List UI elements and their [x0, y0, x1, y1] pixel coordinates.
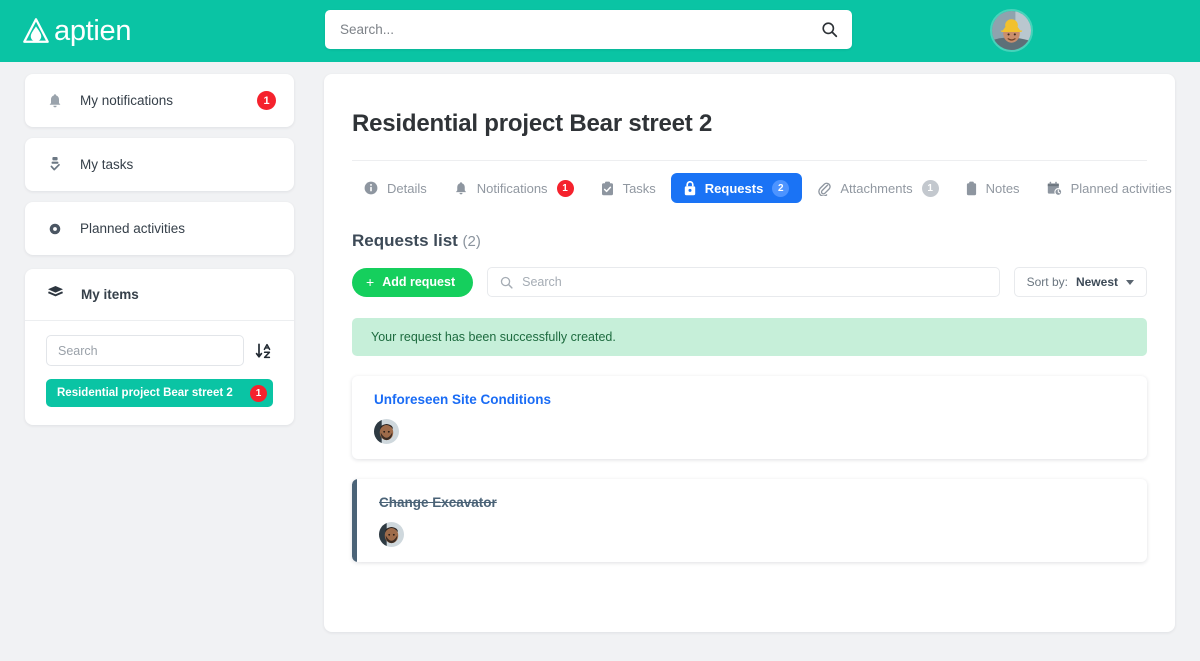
section-title: Requests list (2)	[352, 231, 1175, 251]
tab-label: Attachments	[840, 180, 913, 196]
global-search-input[interactable]	[340, 22, 821, 37]
clipboard-check-icon	[601, 181, 614, 196]
requests-search[interactable]	[487, 267, 1000, 297]
global-search[interactable]	[325, 10, 852, 49]
paperclip-icon	[817, 181, 832, 196]
my-items-search-input[interactable]	[46, 335, 244, 366]
my-items-title: My items	[81, 287, 139, 302]
tab-label: Notes	[985, 180, 1020, 196]
chevron-down-icon	[1126, 279, 1134, 285]
tab-notes[interactable]: Notes	[954, 173, 1032, 203]
request-status-bar	[352, 479, 357, 562]
tab-badge: 1	[921, 179, 939, 197]
search-icon[interactable]	[821, 21, 838, 38]
request-card[interactable]: Unforeseen Site Conditions	[352, 376, 1147, 459]
sort-by-label: Sort by:	[1026, 275, 1068, 289]
top-navbar: aptien	[0, 0, 1200, 62]
brand-name: aptien	[54, 15, 132, 47]
tab-details[interactable]: Details	[352, 173, 439, 203]
user-avatar-bearded-icon	[379, 522, 404, 547]
plus-icon: +	[366, 274, 375, 290]
task-check-icon	[47, 156, 63, 173]
add-request-button[interactable]: + Add request	[352, 267, 474, 297]
sidebar-item-planned-activities[interactable]: Planned activities	[25, 202, 294, 255]
tab-requests[interactable]: Requests 2	[670, 173, 803, 203]
tab-label: Notifications	[476, 180, 548, 196]
notification-count-badge: 1	[257, 91, 276, 110]
brand-logo[interactable]: aptien	[21, 15, 132, 47]
info-icon	[364, 181, 378, 195]
layers-icon	[47, 285, 64, 305]
calendar-clock-icon	[1047, 181, 1062, 196]
user-avatar-hardhat-icon	[992, 11, 1031, 50]
sidebar: My notifications 1 My tasks Planned acti…	[25, 74, 294, 425]
success-alert-text: Your request has been successfully creat…	[371, 330, 616, 344]
requests-search-input[interactable]	[522, 275, 987, 289]
section-count: (2)	[462, 233, 481, 250]
my-items-search-row	[46, 335, 273, 366]
my-items-item-label: Residential project Bear street 2	[57, 387, 233, 399]
sort-by-dropdown[interactable]: Sort by: Newest	[1013, 267, 1147, 297]
request-lock-icon	[684, 180, 696, 196]
bell-icon	[47, 93, 63, 109]
sidebar-item-my-notifications[interactable]: My notifications 1	[25, 74, 294, 127]
user-avatar-bearded-icon	[374, 419, 399, 444]
search-icon	[500, 276, 513, 289]
tab-label: Tasks	[622, 180, 656, 196]
request-card[interactable]: Change Excavator	[352, 479, 1147, 562]
request-assignee-avatar[interactable]	[379, 522, 404, 547]
success-alert: Your request has been successfully creat…	[352, 318, 1147, 356]
request-title-link[interactable]: Change Excavator	[379, 495, 1147, 510]
my-items-panel: My items Residential project Bear street…	[25, 269, 294, 425]
page-title: Residential project Bear street 2	[352, 110, 713, 137]
avatar[interactable]	[990, 9, 1033, 52]
sidebar-item-label: My notifications	[80, 93, 174, 108]
sort-az-icon[interactable]	[255, 342, 273, 360]
aptien-droplet-logo-icon	[23, 18, 49, 43]
request-title-link[interactable]: Unforeseen Site Conditions	[374, 392, 1147, 407]
tab-planned-activities[interactable]: Planned activities	[1035, 173, 1184, 203]
tab-bar: Details Notifications 1 Tasks Requests 2…	[352, 160, 1172, 203]
dot-circle-icon	[47, 223, 63, 235]
sidebar-item-my-tasks[interactable]: My tasks	[25, 138, 294, 191]
tab-label: Details	[387, 180, 427, 196]
tab-label: Requests	[704, 180, 764, 196]
add-request-label: Add request	[382, 275, 456, 289]
sidebar-item-label: My tasks	[80, 157, 134, 172]
my-items-body: Residential project Bear street 2 1	[25, 321, 294, 425]
note-icon	[966, 181, 977, 196]
section-title-text: Requests list	[352, 231, 458, 250]
request-assignee-avatar[interactable]	[374, 419, 399, 444]
tab-notifications[interactable]: Notifications 1	[442, 173, 586, 203]
tab-attachments[interactable]: Attachments 1	[805, 173, 950, 203]
requests-toolbar: + Add request Sort by: Newest	[352, 267, 1147, 297]
tab-badge: 2	[772, 179, 790, 197]
main-panel: Residential project Bear street 2 Detail…	[324, 74, 1175, 632]
my-items-header: My items	[25, 269, 294, 321]
sidebar-item-label: Planned activities	[80, 221, 186, 236]
bell-icon	[454, 181, 468, 196]
sort-by-value: Newest	[1075, 275, 1118, 289]
tab-badge: 1	[556, 179, 574, 197]
my-items-item-badge: 1	[250, 384, 267, 402]
tab-label: Planned activities	[1070, 180, 1172, 196]
my-items-selected-item[interactable]: Residential project Bear street 2 1	[46, 379, 273, 407]
tab-tasks[interactable]: Tasks	[589, 173, 668, 203]
